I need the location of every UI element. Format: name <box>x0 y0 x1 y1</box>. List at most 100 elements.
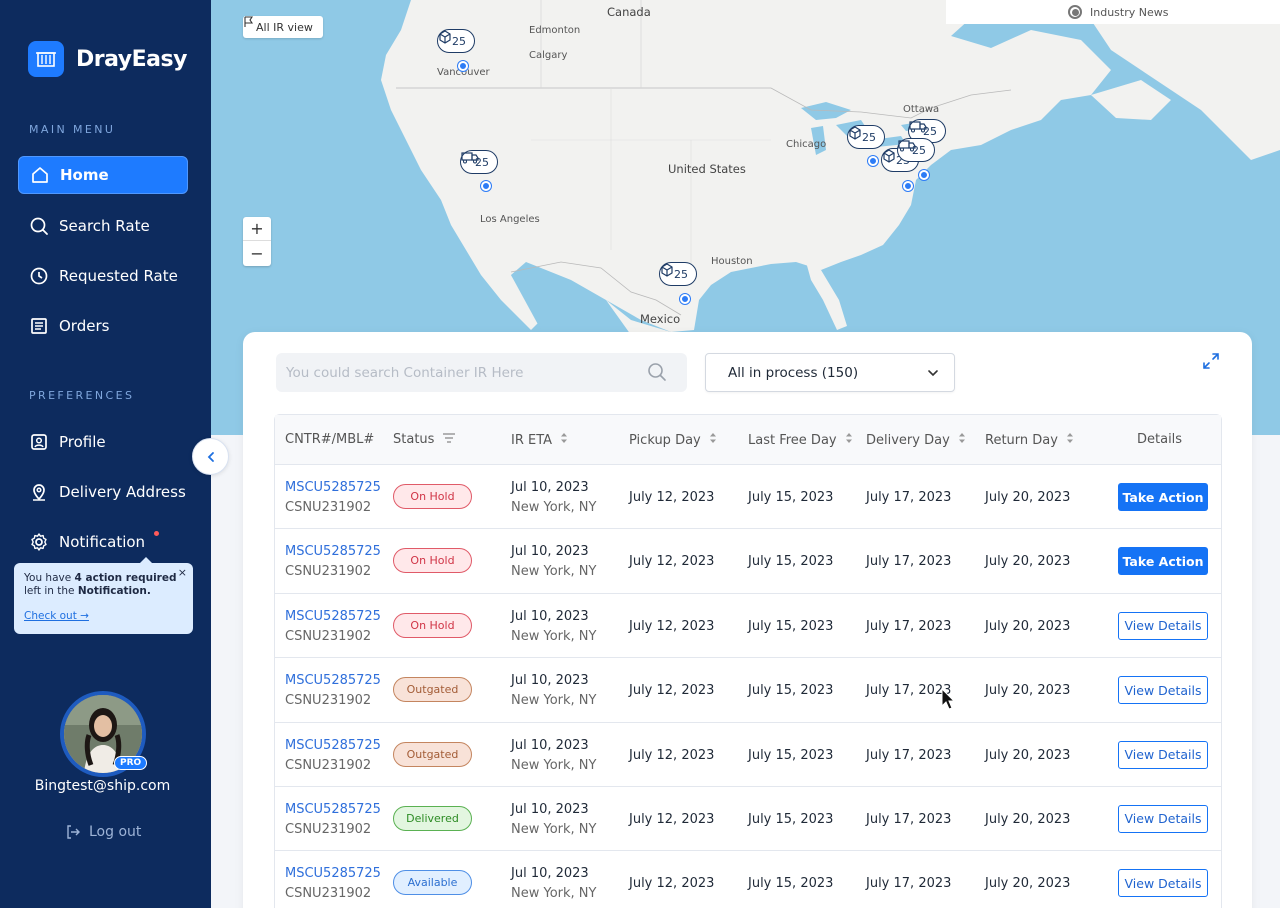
ir-eta-location: New York, NY <box>511 821 597 837</box>
marker-count: 25 <box>862 130 876 144</box>
table-row: MSCU5285725 CSNU231902 Outgated Jul 10, … <box>275 723 1221 787</box>
marker-count: 25 <box>452 34 466 48</box>
map-marker-chicago[interactable]: 25 <box>847 125 885 149</box>
cntr-number-link[interactable]: MSCU5285725 <box>285 480 381 495</box>
sort-icon[interactable] <box>958 432 966 448</box>
sidebar: DrayEasy MAIN MENU Home Search Rate Requ… <box>0 0 211 908</box>
ir-table: CNTR#/MBL# Status IR ETA Pickup Day Last… <box>274 414 1222 908</box>
cntr-number-link[interactable]: MSCU5285725 <box>285 544 381 559</box>
view-details-button[interactable]: View Details <box>1118 869 1208 898</box>
industry-news-button[interactable]: Industry News <box>946 0 1280 24</box>
nav-profile[interactable]: Profile <box>18 423 188 461</box>
col-delivery-day[interactable]: Delivery Day <box>866 432 966 448</box>
ir-eta-location: New York, NY <box>511 886 597 902</box>
status-filter-select[interactable]: All in process (150) <box>705 353 955 392</box>
place-ottawa: Ottawa <box>903 104 940 115</box>
marker-dot <box>481 181 491 191</box>
view-details-button[interactable]: View Details <box>1118 676 1208 705</box>
map-marker-ne-3[interactable]: 25 <box>897 138 935 162</box>
nav-home-label: Home <box>60 166 109 184</box>
all-ir-view-button[interactable]: All IR view <box>243 16 323 38</box>
last-free-day: July 15, 2023 <box>748 876 834 892</box>
status-badge: On Hold <box>393 484 472 509</box>
col-pickup-day[interactable]: Pickup Day <box>629 432 717 448</box>
delivery-day: July 17, 2023 <box>866 747 952 763</box>
mbl-number: CSNU231902 <box>285 628 372 644</box>
nav-home[interactable]: Home <box>18 156 188 194</box>
view-details-button[interactable]: View Details <box>1118 611 1208 640</box>
location-icon <box>28 481 50 503</box>
ir-eta-date: Jul 10, 2023 <box>511 737 589 753</box>
search-icon[interactable] <box>647 362 667 386</box>
col-ir-eta[interactable]: IR ETA <box>511 432 568 448</box>
pickup-day: July 12, 2023 <box>629 554 715 570</box>
ir-eta-date: Jul 10, 2023 <box>511 608 589 624</box>
marker-dot <box>919 170 929 180</box>
map-marker-houston[interactable]: 25 <box>659 262 697 286</box>
cntr-number-link[interactable]: MSCU5285725 <box>285 609 381 624</box>
take-action-button[interactable]: Take Action <box>1118 547 1208 576</box>
search-input[interactable] <box>286 364 636 381</box>
nav-notification[interactable]: Notification <box>18 523 188 561</box>
last-free-day: July 15, 2023 <box>748 554 834 570</box>
return-day: July 20, 2023 <box>985 683 1071 699</box>
user-email: Bingtest@ship.com <box>34 778 171 794</box>
nav-search-rate[interactable]: Search Rate <box>18 207 188 245</box>
view-details-button[interactable]: View Details <box>1118 740 1208 769</box>
cntr-number-link[interactable]: MSCU5285725 <box>285 738 381 753</box>
col-return-day[interactable]: Return Day <box>985 432 1074 448</box>
marker-count: 25 <box>674 267 688 281</box>
logout-icon <box>65 824 81 840</box>
col-details: Details <box>1137 432 1182 447</box>
sort-icon[interactable] <box>709 432 717 448</box>
expand-icon[interactable] <box>1201 351 1221 371</box>
table-row: MSCU5285725 CSNU231902 On Hold Jul 10, 2… <box>275 465 1221 530</box>
delivery-day: July 17, 2023 <box>866 554 952 570</box>
collapse-sidebar-button[interactable] <box>192 438 229 475</box>
tooltip-close-button[interactable]: × <box>178 566 187 579</box>
col-status[interactable]: Status <box>393 432 456 447</box>
filter-icon[interactable] <box>442 432 456 447</box>
sort-icon[interactable] <box>560 432 568 448</box>
nav-delivery-address[interactable]: Delivery Address <box>18 473 188 511</box>
nav-profile-label: Profile <box>59 433 106 451</box>
mbl-number: CSNU231902 <box>285 564 372 580</box>
marker-dot <box>680 294 690 304</box>
mbl-number: CSNU231902 <box>285 500 372 515</box>
cntr-number-link[interactable]: MSCU5285725 <box>285 866 381 881</box>
chevron-down-icon <box>926 366 940 384</box>
nav-delivery-address-label: Delivery Address <box>59 483 186 501</box>
col-delivery-day-label: Delivery Day <box>866 432 950 448</box>
ir-eta-date: Jul 10, 2023 <box>511 801 589 817</box>
sort-icon[interactable] <box>845 432 853 448</box>
pickup-day: July 12, 2023 <box>629 618 715 634</box>
take-action-button[interactable]: Take Action <box>1118 483 1208 511</box>
cntr-number-link[interactable]: MSCU5285725 <box>285 802 381 817</box>
tooltip-target: Notification. <box>77 585 151 597</box>
pickup-day: July 12, 2023 <box>629 747 715 763</box>
return-day: July 20, 2023 <box>985 747 1071 763</box>
zoom-control: + − <box>243 217 271 266</box>
col-status-label: Status <box>393 432 435 447</box>
map-marker-vancouver[interactable]: 25 <box>437 29 475 53</box>
pickup-day: July 12, 2023 <box>629 490 715 505</box>
nav-orders[interactable]: Orders <box>18 307 188 345</box>
zoom-in-button[interactable]: + <box>243 217 271 241</box>
pro-badge: PRO <box>114 756 148 770</box>
nav-requested-rate[interactable]: Requested Rate <box>18 257 188 295</box>
profile-icon <box>28 431 50 453</box>
cntr-number-link[interactable]: MSCU5285725 <box>285 673 381 688</box>
map-marker-west[interactable]: 25 <box>460 150 498 174</box>
chevron-left-icon <box>205 451 217 463</box>
search-box <box>276 353 687 392</box>
col-last-free-day[interactable]: Last Free Day <box>748 432 853 448</box>
status-badge: On Hold <box>393 548 472 574</box>
col-return-day-label: Return Day <box>985 432 1058 448</box>
logout-button[interactable]: Log out <box>65 824 141 840</box>
sort-icon[interactable] <box>1066 432 1074 448</box>
view-details-button[interactable]: View Details <box>1118 804 1208 833</box>
check-out-link[interactable]: Check out → <box>24 610 89 623</box>
brand[interactable]: DrayEasy <box>28 41 187 77</box>
home-icon <box>29 164 51 186</box>
zoom-out-button[interactable]: − <box>243 241 271 265</box>
